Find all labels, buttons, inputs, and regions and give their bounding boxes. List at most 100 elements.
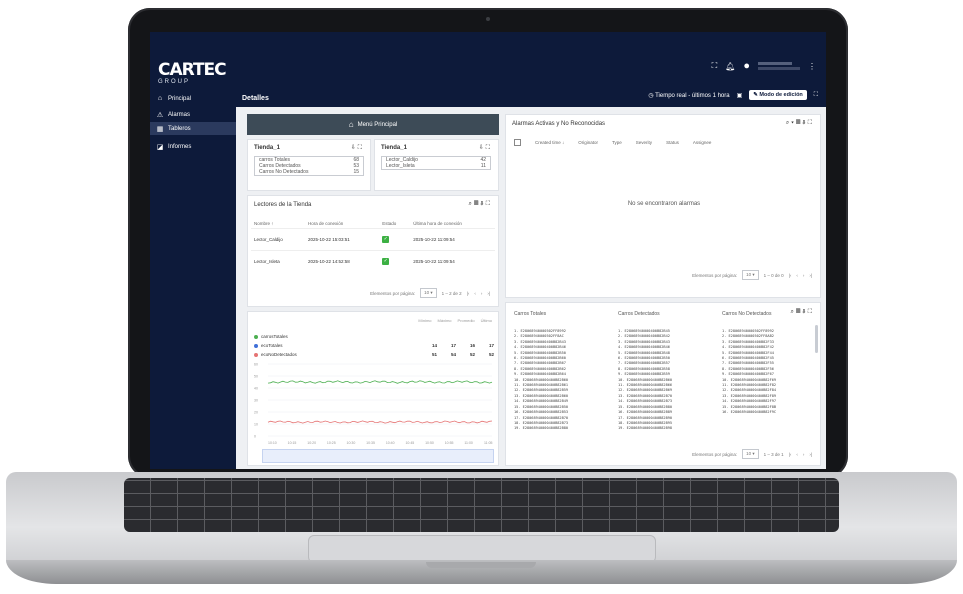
- next-page-icon[interactable]: ›: [803, 452, 805, 457]
- sidebar-item-label: Principal: [168, 95, 192, 102]
- x-tick-label: 11:05: [484, 441, 493, 445]
- legend-item[interactable]: ecoNoDetectados 51 54 52 52: [254, 350, 494, 359]
- prev-page-icon[interactable]: ‹: [796, 452, 798, 457]
- kv-value: 11: [480, 163, 486, 169]
- prev-page-icon[interactable]: ‹: [796, 273, 798, 278]
- y-tick-label: 10: [254, 423, 258, 427]
- status-cell: ✓: [379, 229, 410, 251]
- user-info[interactable]: [758, 62, 800, 70]
- y-tick-label: 20: [254, 411, 258, 415]
- keyboard: [124, 478, 839, 532]
- main-menu-button[interactable]: ⌂ Menú Principal: [247, 114, 499, 135]
- prev-page-icon[interactable]: ‹: [474, 291, 476, 296]
- paginator: Elementos por página: 10 ▾ 1 – 3 de 1 |‹…: [692, 449, 812, 459]
- column-header[interactable]: Estado: [379, 218, 410, 229]
- stat-value: 17: [450, 343, 456, 348]
- timeseries-panel: Mínimo Máximo Promedio Último carrosTota…: [247, 311, 499, 466]
- next-page-icon[interactable]: ›: [481, 291, 483, 296]
- realtime-selector[interactable]: ◷ Tiempo real - últimos 1 hora: [648, 92, 729, 99]
- download-icon[interactable]: ⇩: [351, 145, 358, 151]
- per-page-select[interactable]: 10 ▾: [742, 270, 759, 280]
- fullscreen-icon[interactable]: ⛶: [808, 309, 814, 315]
- card-icons: ⇩⛶: [351, 144, 364, 152]
- sidebar-item-alarmas[interactable]: ⚠ Alarmas: [150, 108, 236, 121]
- sidebar-item-principal[interactable]: ⌂ Principal: [150, 92, 236, 105]
- main-menu-label: Menú Principal: [357, 121, 398, 128]
- fullscreen-icon[interactable]: ⛶: [808, 120, 814, 126]
- column-header[interactable]: Severity: [636, 140, 652, 145]
- column-header[interactable]: Nombre ↑: [251, 218, 305, 229]
- last-page-icon[interactable]: ›|: [487, 291, 490, 296]
- column-header[interactable]: Hora de conexión: [305, 218, 379, 229]
- stat-header: Último: [480, 318, 492, 323]
- card-icons: ⇩⛶: [479, 144, 492, 152]
- range-label: 1 – 2 de 2: [441, 290, 462, 296]
- fullscreen-icon[interactable]: ⛶: [486, 201, 492, 207]
- realtime-label: Tiempo real - últimos 1 hora: [655, 92, 730, 99]
- alarms-panel: Alarmas Activas y No Reconocidas ⌕▾▦⇩⛶ C…: [505, 114, 821, 298]
- last-page-icon[interactable]: ›|: [809, 273, 812, 278]
- car-list-undetected: 1. E28068940000502FF8992 2. E28068940000…: [722, 329, 777, 415]
- lid-notch: [426, 562, 536, 568]
- y-tick-label: 30: [254, 399, 258, 403]
- next-page-icon[interactable]: ›: [803, 273, 805, 278]
- key-value-table: carros Totales 68 Carros Detectados 53 Car…: [254, 156, 364, 176]
- store-card-readers: Tienda_1 ⇩⛶ Lector_Caldijo 42 Lector_Isle…: [374, 139, 499, 191]
- fullscreen-icon[interactable]: ⛶: [486, 145, 492, 151]
- brand-word: CARTEC: [158, 60, 227, 80]
- panel-icons: ⌕▦⇩⛶: [468, 201, 492, 208]
- x-tick-label: 10:25: [327, 441, 336, 445]
- column-header[interactable]: Created time ↓: [535, 140, 564, 145]
- range-label: 1 – 3 de 1: [763, 451, 784, 457]
- laptop-screen: CARTEC GROUP ⌂ Principal ⚠ Alarmas ▦ Tab…: [150, 32, 826, 469]
- scrollbar[interactable]: [815, 325, 818, 353]
- first-page-icon[interactable]: |‹: [789, 452, 792, 457]
- x-axis: 10:10 10:15 10:20 10:25 10:30 10:35 10:40 10:45…: [268, 441, 493, 445]
- column-header[interactable]: Carros Totales: [514, 311, 546, 317]
- kv-value: 15: [353, 169, 359, 175]
- stats-header: Mínimo Máximo Promedio Último: [418, 318, 492, 323]
- column-header[interactable]: Última hora de conexión: [410, 218, 495, 229]
- edit-mode-button[interactable]: ✎ Modo de edición: [749, 90, 807, 100]
- brand-logo: CARTEC GROUP: [158, 62, 230, 90]
- column-header[interactable]: Type: [612, 140, 622, 145]
- column-header[interactable]: Status: [666, 140, 679, 145]
- per-page-select[interactable]: 10 ▾: [742, 449, 759, 459]
- first-page-icon[interactable]: |‹: [789, 273, 792, 278]
- account-icon[interactable]: ●: [743, 60, 750, 72]
- kv-key: Carros No Detectados: [259, 169, 309, 175]
- time-range-slider[interactable]: [262, 449, 494, 463]
- column-header[interactable]: Carros Detectados: [618, 311, 660, 317]
- table-row[interactable]: Lector_Caldijo 2025-10-22 15:03:51 ✓ 202…: [251, 228, 495, 251]
- connection-time: 2025-10-22 15:03:51: [308, 237, 350, 242]
- fullscreen-icon[interactable]: ⛶: [358, 145, 364, 151]
- paginator: Elementos por página: 10 ▾ 1 – 2 de 2 |‹…: [370, 288, 490, 298]
- column-header[interactable]: Originator: [578, 140, 598, 145]
- x-tick-label: 10:20: [307, 441, 316, 445]
- y-axis: 60 50 40 30 20 10 0: [254, 363, 492, 439]
- legend-item[interactable]: ecoTotales 14 17 16 17: [254, 341, 494, 350]
- first-page-icon[interactable]: |‹: [467, 291, 470, 296]
- per-page-select[interactable]: 10 ▾: [420, 288, 437, 298]
- paginator: Elementos por página: 10 ▾ 1 – 0 de 0 |‹…: [692, 270, 812, 280]
- panel-title: Lectores de la Tienda: [254, 202, 312, 208]
- sidebar-item-tableros[interactable]: ▦ Tableros: [150, 122, 236, 135]
- table-row[interactable]: Lector_Isleta 2025-10-22 14:52:58 ✓ 2025…: [251, 250, 495, 273]
- fullscreen-icon[interactable]: ⛶: [712, 61, 718, 71]
- check-icon: ✓: [382, 258, 390, 266]
- download-icon[interactable]: ⇩: [479, 145, 486, 151]
- more-vert-icon[interactable]: ⋮: [808, 62, 816, 71]
- select-all-checkbox[interactable]: [514, 139, 521, 146]
- kv-row: Lector_Isleta 11: [382, 163, 490, 169]
- export-icon[interactable]: ▣: [737, 92, 743, 99]
- bell-icon[interactable]: 🔔︎: [725, 62, 735, 71]
- per-page-label: Elementos por página:: [692, 451, 738, 457]
- stat-value: 52: [469, 352, 475, 357]
- range-label: 1 – 0 de 0: [763, 272, 784, 278]
- sidebar-item-informes[interactable]: ◪ Informes: [150, 140, 236, 153]
- column-header[interactable]: Assignee: [693, 140, 712, 145]
- fullscreen-icon[interactable]: ⛶: [814, 92, 818, 99]
- column-header[interactable]: Carros No Detectados: [722, 311, 771, 317]
- legend-item[interactable]: carrosTotales: [254, 332, 494, 341]
- last-page-icon[interactable]: ›|: [809, 452, 812, 457]
